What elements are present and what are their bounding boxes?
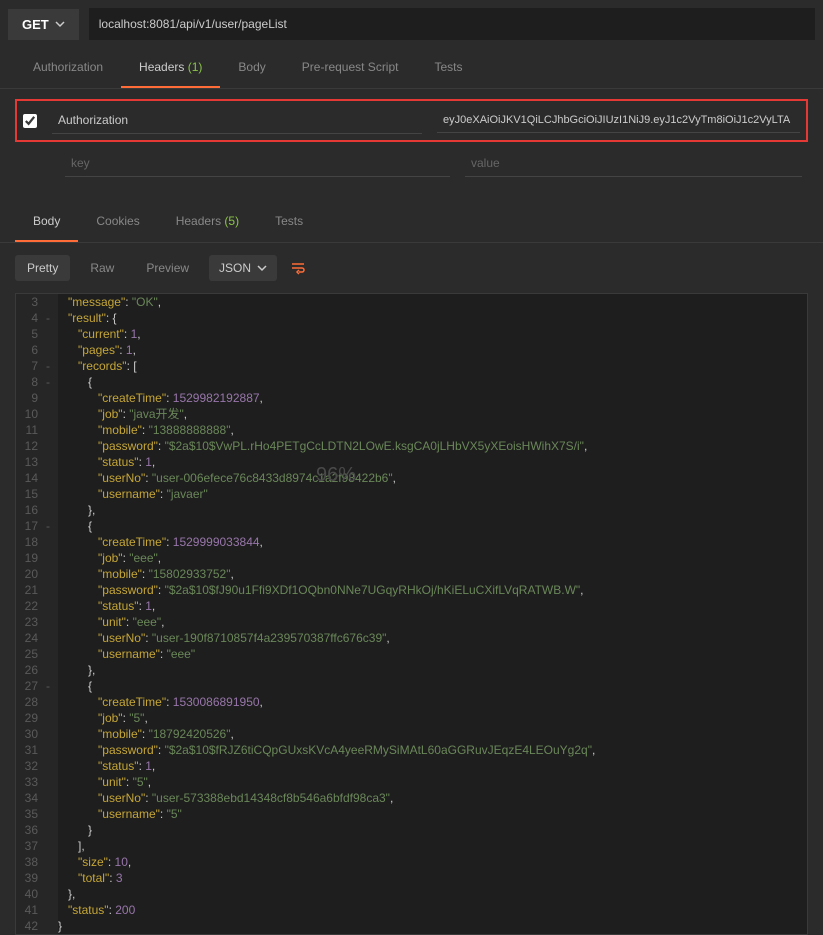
- view-pretty[interactable]: Pretty: [15, 255, 70, 281]
- resp-tab-headers[interactable]: Headers (5): [158, 202, 257, 242]
- format-select[interactable]: JSON: [209, 255, 277, 281]
- tab-tests[interactable]: Tests: [416, 48, 480, 88]
- view-raw[interactable]: Raw: [78, 255, 126, 281]
- tab-body[interactable]: Body: [220, 48, 283, 88]
- header-key-input[interactable]: Authorization: [52, 107, 422, 134]
- chevron-down-icon: [55, 19, 65, 29]
- view-preview[interactable]: Preview: [134, 255, 201, 281]
- url-input[interactable]: [89, 8, 815, 40]
- tab-authorization[interactable]: Authorization: [15, 48, 121, 88]
- http-method-select[interactable]: GET: [8, 9, 79, 40]
- chevron-down-icon: [257, 263, 267, 273]
- response-body[interactable]: 96% 3 "message": "OK",4- "result": {5 "c…: [15, 293, 808, 935]
- resp-tab-tests[interactable]: Tests: [257, 202, 321, 242]
- tab-prerequest[interactable]: Pre-request Script: [284, 48, 417, 88]
- new-value-input[interactable]: value: [465, 150, 802, 177]
- resp-tab-cookies[interactable]: Cookies: [78, 202, 157, 242]
- view-bar: Pretty Raw Preview JSON: [0, 243, 823, 293]
- resp-tab-body[interactable]: Body: [15, 202, 78, 242]
- wrap-icon: [290, 260, 306, 276]
- header-value-input[interactable]: eyJ0eXAiOiJKV1QiLCJhbGciOiJIUzI1NiJ9.eyJ…: [437, 108, 800, 133]
- new-key-input[interactable]: key: [65, 150, 450, 177]
- response-tabs: Body Cookies Headers (5) Tests: [0, 202, 823, 243]
- header-enabled-checkbox[interactable]: [23, 114, 37, 128]
- tab-headers[interactable]: Headers (1): [121, 48, 220, 88]
- request-tabs: Authorization Headers (1) Body Pre-reque…: [0, 48, 823, 89]
- method-label: GET: [22, 17, 49, 32]
- headers-panel: Authorization eyJ0eXAiOiJKV1QiLCJhbGciOi…: [0, 89, 823, 187]
- new-header-row: key value: [15, 150, 808, 177]
- header-row: Authorization eyJ0eXAiOiJKV1QiLCJhbGciOi…: [15, 99, 808, 142]
- wrap-lines-button[interactable]: [285, 255, 311, 281]
